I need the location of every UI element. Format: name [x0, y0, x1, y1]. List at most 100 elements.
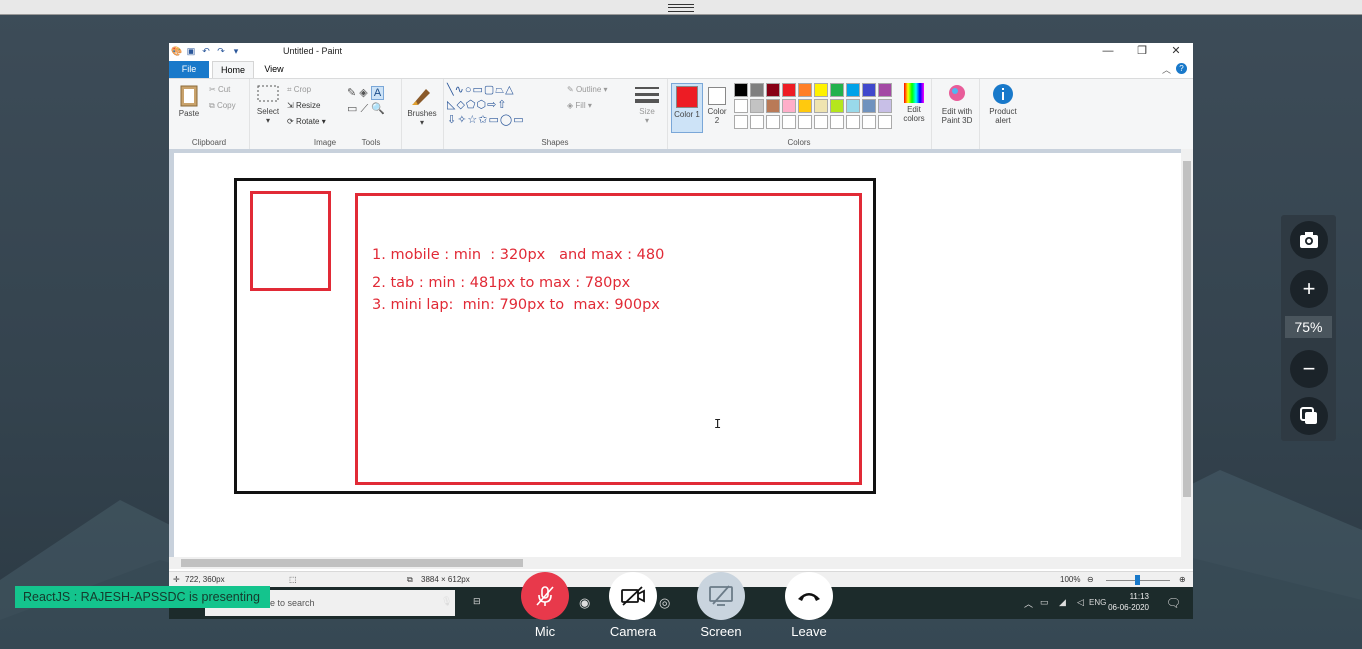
volume-icon[interactable]: ◁ — [1077, 597, 1084, 608]
customize-icon[interactable]: ▾ — [231, 46, 241, 56]
palette-swatch[interactable] — [766, 115, 780, 129]
text-tool-icon[interactable]: A — [370, 86, 385, 100]
firefox-icon[interactable]: ◉ — [579, 595, 590, 611]
palette-swatch[interactable] — [862, 99, 876, 113]
brushes-group: Brushes ▾ — [401, 79, 444, 149]
palette-swatch[interactable] — [766, 99, 780, 113]
copy-button[interactable]: ⧉ Copy — [209, 101, 236, 111]
rotate-button[interactable]: ⟳ Rotate ▾ — [287, 117, 326, 126]
palette-swatch[interactable] — [750, 83, 764, 97]
drawing-canvas[interactable]: 1. mobile : min : 320px and max : 480 2.… — [174, 153, 1181, 557]
tab-file[interactable]: File — [169, 61, 209, 78]
resize-button[interactable]: ⇲ Resize — [287, 101, 320, 110]
collapse-ribbon-icon[interactable]: ︿ — [1162, 63, 1171, 76]
cursor-position-icon: ✛ — [173, 575, 180, 584]
save-icon[interactable]: ▣ — [186, 46, 196, 56]
palette-swatch[interactable] — [878, 115, 892, 129]
leave-button[interactable] — [785, 572, 833, 620]
palette-swatch[interactable] — [750, 115, 764, 129]
zoom-out-button[interactable]: − — [1290, 350, 1328, 388]
minimize-button[interactable]: — — [1091, 43, 1125, 61]
vertical-scrollbar[interactable] — [1181, 149, 1193, 557]
palette-swatch[interactable] — [830, 115, 844, 129]
color2-button[interactable]: Color 2 — [705, 83, 729, 125]
zoom-out-icon[interactable]: ⊖ — [1087, 575, 1094, 584]
language-indicator[interactable]: ENG — [1089, 598, 1106, 607]
mic-button[interactable] — [521, 572, 569, 620]
palette-swatch[interactable] — [846, 83, 860, 97]
battery-icon[interactable]: ▭ — [1040, 597, 1049, 608]
fit-screen-button[interactable] — [1290, 397, 1328, 435]
outline-button[interactable]: ✎ Outline ▾ — [567, 85, 608, 94]
cut-button[interactable]: ✂ Cut — [209, 85, 230, 94]
network-icon[interactable]: ◢ — [1059, 597, 1066, 608]
task-view-icon[interactable]: ⊟ — [473, 596, 481, 607]
palette-swatch[interactable] — [830, 99, 844, 113]
palette-swatch[interactable] — [846, 115, 860, 129]
crop-button[interactable]: ⌗ Crop — [287, 85, 311, 95]
edit-colors-button[interactable]: Edit colors — [899, 83, 929, 123]
redo-icon[interactable]: ↷ — [216, 46, 226, 56]
palette-swatch[interactable] — [750, 99, 764, 113]
clock[interactable]: 11:13 06-06-2020 — [1108, 591, 1149, 613]
fill-button[interactable]: ◈ Fill ▾ — [567, 101, 592, 110]
windows-taskbar: Type here to search 🎙 ⊟ ◉ ◎ ︿ ▭ ◢ ◁ ENG … — [169, 587, 1193, 619]
product-alert-button[interactable]: Product alert — [983, 83, 1023, 125]
pencil-icon[interactable]: ✎ — [347, 87, 356, 99]
palette-swatch[interactable] — [798, 99, 812, 113]
palette-swatch[interactable] — [878, 99, 892, 113]
zoom-slider-handle[interactable] — [1135, 575, 1140, 585]
zoom-in-button[interactable]: + — [1290, 270, 1328, 308]
size-button[interactable]: Size ▾ — [633, 85, 661, 125]
palette-swatch[interactable] — [782, 99, 796, 113]
microphone-icon[interactable]: 🎙 — [441, 596, 452, 607]
palette-swatch[interactable] — [814, 115, 828, 129]
palette-swatch[interactable] — [782, 115, 796, 129]
camera-off-icon — [621, 586, 645, 606]
tray-arrow-icon[interactable]: ︿ — [1024, 597, 1033, 610]
palette-swatch[interactable] — [798, 83, 812, 97]
tab-home[interactable]: Home — [212, 61, 254, 79]
palette-swatch[interactable] — [734, 99, 748, 113]
snapshot-button[interactable] — [1290, 221, 1328, 259]
shapes-gallery[interactable]: ╲∿○▭▢⏢△ ◺◇⬠⬡⇨⇧ ⇩✧☆✩▭◯▭ — [447, 83, 559, 128]
fill-bucket-icon[interactable]: ◈ — [359, 87, 367, 99]
palette-swatch[interactable] — [734, 83, 748, 97]
eraser-icon[interactable]: ▭ — [347, 103, 357, 115]
close-button[interactable]: ✕ — [1159, 43, 1193, 61]
zoom-in-icon[interactable]: ⊕ — [1179, 575, 1186, 584]
magnifier-icon[interactable]: 🔍 — [371, 103, 385, 115]
palette-swatch[interactable] — [782, 83, 796, 97]
edit-with-paint3d-button[interactable]: Edit with Paint 3D — [937, 83, 977, 125]
help-icon[interactable]: ? — [1176, 63, 1187, 74]
palette-swatch[interactable] — [814, 83, 828, 97]
drag-handle-icon[interactable] — [668, 4, 694, 12]
palette-swatch[interactable] — [766, 83, 780, 97]
tab-view[interactable]: View — [259, 61, 289, 78]
paste-button[interactable]: Paste — [175, 83, 203, 118]
selection-size-icon: ⬚ — [289, 575, 297, 584]
select-button[interactable]: Select ▾ — [253, 83, 283, 125]
screen-share-button[interactable] — [697, 572, 745, 620]
leave-label: Leave — [791, 624, 827, 639]
horizontal-scrollbar[interactable] — [169, 557, 1193, 569]
tools-label: Tools — [361, 138, 381, 147]
palette-swatch[interactable] — [814, 99, 828, 113]
palette-swatch[interactable] — [862, 83, 876, 97]
notifications-icon[interactable]: 🗨 — [1166, 596, 1181, 610]
ribbon: Paste ✂ Cut ⧉ Copy Clipboard Select ▾ ⌗ C… — [169, 78, 1193, 150]
clock-date: 06-06-2020 — [1108, 603, 1149, 612]
chrome-icon[interactable]: ◎ — [659, 595, 670, 611]
color-picker-icon[interactable]: ⟋ — [360, 103, 368, 115]
maximize-button[interactable]: ❐ — [1125, 43, 1159, 61]
palette-swatch[interactable] — [846, 99, 860, 113]
palette-swatch[interactable] — [878, 83, 892, 97]
undo-icon[interactable]: ↶ — [201, 46, 211, 56]
palette-swatch[interactable] — [798, 115, 812, 129]
palette-swatch[interactable] — [734, 115, 748, 129]
palette-swatch[interactable] — [830, 83, 844, 97]
palette-swatch[interactable] — [862, 115, 876, 129]
camera-button[interactable] — [609, 572, 657, 620]
color1-button[interactable]: Color 1 — [671, 83, 703, 133]
brushes-button[interactable]: Brushes ▾ — [405, 83, 439, 127]
